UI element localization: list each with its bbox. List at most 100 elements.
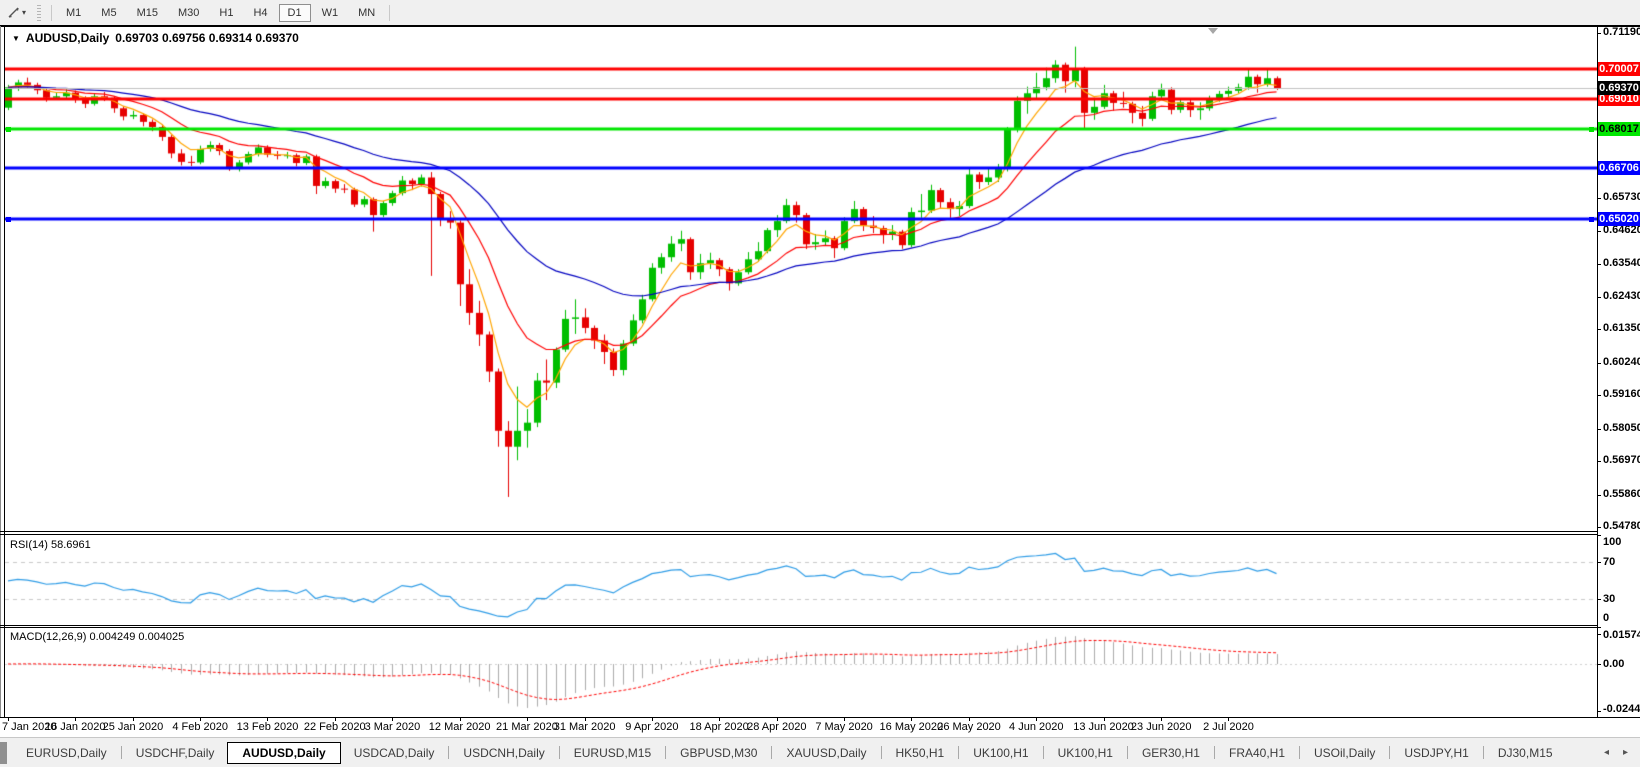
timeframe-button-h4[interactable]: H4 [244,4,276,22]
price-tick-mark [1597,527,1601,528]
price-tick-label: 0.71190 [1603,26,1640,38]
price-tick-label: 0.55860 [1603,488,1640,500]
toolbar-separator [51,5,52,21]
date-tick-label: 22 Feb 2020 [304,721,366,733]
date-tick-label: 26 May 2020 [937,721,1001,733]
toolbar-grip[interactable] [37,5,41,21]
price-tick-mark [1597,461,1601,462]
dropdown-caret-icon[interactable]: ▾ [22,8,26,17]
price-tick-mark [1597,198,1601,199]
chart-tab-gbpusd-m30[interactable]: GBPUSD,M30 [667,743,770,763]
line-selection-handle[interactable] [6,127,11,132]
tab-separator [1043,746,1044,759]
timeframe-button-m5[interactable]: M5 [92,4,125,22]
hline-price-label[interactable]: 0.70007 [1598,62,1640,76]
rsi-tick-label: 70 [1603,556,1615,568]
tab-separator [121,746,122,759]
timeframe-toolbar: ▾ M1M5M15M30H1H4D1W1MN [0,0,1640,25]
chart-tab-fra40-h1[interactable]: FRA40,H1 [1216,743,1298,763]
date-tick-label: 7 May 2020 [815,721,872,733]
current-price-label[interactable]: 0.69370 [1598,81,1640,95]
chart-tab-audusd-daily[interactable]: AUDUSD,Daily [227,742,340,764]
draw-tool-button[interactable]: ▾ [4,4,29,21]
hline-price-label[interactable]: 0.65020 [1598,212,1640,226]
timeframe-buttons: M1M5M15M30H1H4D1W1MN [56,2,385,23]
chart-tab-xauusd-daily[interactable]: XAUUSD,Daily [773,743,879,763]
timeframe-button-m15[interactable]: M15 [128,4,167,22]
date-tick-label: 12 Mar 2020 [429,721,491,733]
chart-tab-usoil-daily[interactable]: USOil,Daily [1301,743,1388,763]
chart-tab-usdjpy-h1[interactable]: USDJPY,H1 [1391,743,1481,763]
tab-separator [958,746,959,759]
mt4-terminal: ▾ M1M5M15M30H1H4D1W1MN ▼ AUDUSD,Daily 0.… [0,0,1640,767]
tab-separator [881,746,882,759]
chart-tab-usdchf-daily[interactable]: USDCHF,Daily [123,743,228,763]
price-tick-label: 0.62430 [1603,290,1640,302]
chart-tab-dj30-m15[interactable]: DJ30,M15 [1485,743,1566,763]
price-tick-mark [1597,495,1601,496]
tabs-scroll-left-icon[interactable]: ◂ [1604,747,1609,758]
date-tick-label: 13 Feb 2020 [237,721,299,733]
price-tick-label: 0.60240 [1603,356,1640,368]
rsi-tick-mark [1597,562,1601,563]
chart-tab-bar: EURUSD,DailyUSDCHF,DailyAUDUSD,DailyUSDC… [0,737,1640,767]
toolbar-separator [389,5,390,21]
tab-separator [771,746,772,759]
price-tick-mark [1597,363,1601,364]
chart-tab-eurusd-m15[interactable]: EURUSD,M15 [561,743,664,763]
price-tick-label: 0.58050 [1603,422,1640,434]
date-tick-label: 31 Mar 2020 [554,721,616,733]
main-rsi-separator[interactable] [0,531,1597,532]
timeframe-button-m1[interactable]: M1 [57,4,90,22]
macd-tick-mark [1597,664,1601,665]
date-tick-label: 23 Jun 2020 [1131,721,1192,733]
chart-tab-uk100-h1[interactable]: UK100,H1 [960,743,1041,763]
chart-tab-hk50-h1[interactable]: HK50,H1 [883,743,958,763]
timeframe-button-m30[interactable]: M30 [169,4,208,22]
date-tick-label: 28 Apr 2020 [747,721,806,733]
window-left-border [0,26,1,718]
timeframe-button-mn[interactable]: MN [349,4,384,22]
price-tick-label: 0.61350 [1603,322,1640,334]
date-tick-label: 4 Feb 2020 [172,721,228,733]
macd-bottom-border [0,717,1640,718]
line-selection-handle[interactable] [1589,217,1594,222]
macd-label: MACD(12,26,9) 0.004249 0.004025 [10,631,184,643]
price-tick-mark [1597,429,1601,430]
timeframe-button-w1[interactable]: W1 [313,4,348,22]
chart-tab-ger30-h1[interactable]: GER30,H1 [1129,743,1213,763]
hline-price-label[interactable]: 0.68017 [1598,122,1640,136]
price-tick-label: 0.63540 [1603,257,1640,269]
rsi-tick-label: 100 [1603,536,1621,548]
tab-separator [1214,746,1215,759]
tab-separator [1127,746,1128,759]
timeframe-button-h1[interactable]: H1 [210,4,242,22]
chart-tab-usdcad-daily[interactable]: USDCAD,Daily [341,743,448,763]
date-tick-label: 2 Jul 2020 [1203,721,1254,733]
hline-price-label[interactable]: 0.66706 [1598,161,1640,175]
rsi-macd-separator[interactable] [0,625,1597,626]
date-tick-label: 16 Jan 2020 [45,721,106,733]
macd-tick-label: 0.015741 [1603,629,1640,641]
chart-tab-uk100-h1[interactable]: UK100,H1 [1045,743,1126,763]
tab-separator [1389,746,1390,759]
pencil-line-icon [7,6,20,19]
date-tick-label: 16 May 2020 [880,721,944,733]
price-tick-mark [1597,329,1601,330]
chart-tab-usdcnh-daily[interactable]: USDCNH,Daily [450,743,557,763]
line-selection-handle[interactable] [6,217,11,222]
rsi-tick-mark [1597,599,1601,600]
tabs-scroll-right-icon[interactable]: ▸ [1623,747,1628,758]
chart-shift-marker-icon[interactable] [1208,28,1218,34]
price-tick-mark [1597,33,1601,34]
main-chart-canvas[interactable] [5,28,1597,531]
rsi-panel-canvas[interactable] [5,535,1597,625]
date-tick-label: 9 Apr 2020 [625,721,678,733]
macd-panel-canvas[interactable] [5,628,1597,717]
date-tick-label: 18 Apr 2020 [689,721,748,733]
chart-tab-eurusd-daily[interactable]: EURUSD,Daily [13,743,120,763]
timeframe-button-d1[interactable]: D1 [279,4,311,22]
price-tick-label: 0.65730 [1603,191,1640,203]
tab-separator [1483,746,1484,759]
line-selection-handle[interactable] [1589,127,1594,132]
